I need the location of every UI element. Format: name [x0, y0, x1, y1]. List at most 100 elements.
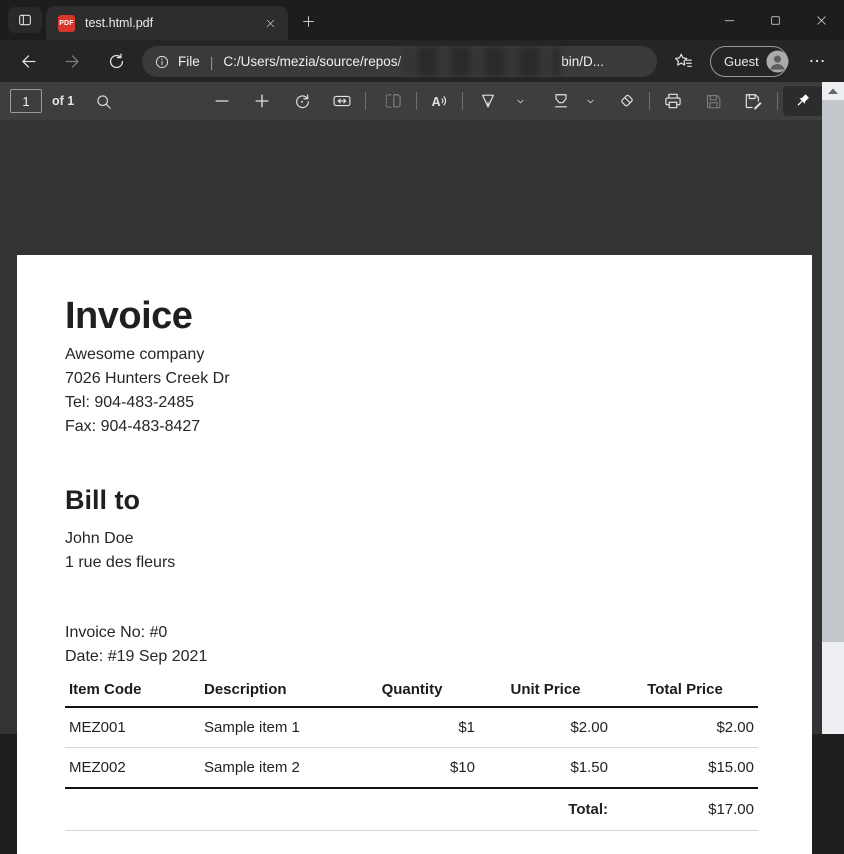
window-close-button[interactable] [798, 0, 844, 40]
cell-description: Sample item 1 [200, 707, 345, 748]
back-arrow-icon [19, 52, 38, 71]
refresh-button[interactable] [100, 45, 132, 77]
vertical-scrollbar[interactable] [822, 82, 844, 734]
avatar [766, 50, 789, 73]
col-header-description: Description [200, 673, 345, 707]
print-button[interactable] [663, 91, 683, 111]
pdf-favicon: PDF [58, 15, 75, 32]
scrollbar-up-button[interactable] [822, 82, 844, 99]
table-row: MEZ002 Sample item 2 $10 $1.50 $15.00 [65, 748, 758, 789]
bill-to-name: John Doe [65, 527, 175, 551]
profile-label: Guest [724, 54, 759, 69]
address-bar[interactable]: File | C:/Users/mezia/source/repos/ bin/… [142, 46, 657, 77]
cell-unit-price: $2.00 [479, 707, 612, 748]
back-button[interactable] [12, 45, 44, 77]
total-value: $17.00 [612, 788, 758, 831]
find-in-document-button[interactable] [93, 91, 113, 111]
pin-toolbar-button[interactable] [783, 86, 823, 116]
printer-icon [663, 91, 683, 111]
browser-tab[interactable]: PDF test.html.pdf [46, 6, 288, 40]
cell-item-code: MEZ002 [65, 748, 200, 789]
company-address: 7026 Hunters Creek Dr [65, 367, 230, 391]
address-scheme-label: File [178, 54, 200, 69]
zoom-in-button[interactable] [252, 91, 272, 111]
plus-icon [252, 91, 272, 111]
bill-to-heading: Bill to [65, 485, 140, 516]
favorites-button[interactable] [666, 45, 698, 77]
highlight-options-button[interactable] [582, 93, 598, 109]
close-icon [265, 18, 276, 29]
close-icon [815, 14, 828, 27]
save-as-button[interactable] [743, 91, 763, 111]
read-aloud-icon: A [430, 91, 450, 112]
tab-title: test.html.pdf [85, 16, 258, 30]
cell-quantity: $1 [345, 707, 479, 748]
cell-item-code: MEZ001 [65, 707, 200, 748]
chevron-down-icon [514, 95, 527, 108]
maximize-icon [769, 14, 782, 27]
col-header-total-price: Total Price [612, 673, 758, 707]
toolbar-separator [416, 92, 417, 110]
bill-to-block: John Doe 1 rue des fleurs [65, 527, 175, 575]
company-name: Awesome company [65, 343, 230, 367]
minimize-icon [723, 14, 736, 27]
fit-width-icon [332, 91, 352, 111]
window-maximize-button[interactable] [752, 0, 798, 40]
company-tel: Tel: 904-483-2485 [65, 391, 230, 415]
cell-unit-price: $1.50 [479, 748, 612, 789]
read-aloud-button[interactable]: A [430, 91, 450, 111]
fit-to-width-button[interactable] [332, 91, 352, 111]
pin-icon [794, 92, 812, 110]
zoom-out-button[interactable] [212, 91, 232, 111]
search-icon [94, 92, 113, 111]
total-label: Total: [479, 788, 612, 831]
draw-button[interactable] [478, 91, 498, 111]
new-tab-button[interactable] [295, 8, 321, 34]
table-total-row: Total: $17.00 [65, 788, 758, 831]
pdf-viewer: Invoice Awesome company 7026 Hunters Cre… [0, 120, 844, 734]
chevron-down-icon [584, 95, 597, 108]
tab-close-button[interactable] [258, 11, 282, 35]
tab-actions-menu-button[interactable] [8, 7, 42, 33]
browser-navbar: File | C:/Users/mezia/source/repos/ bin/… [0, 40, 844, 82]
scrollbar-thumb[interactable] [822, 100, 844, 642]
erase-button[interactable] [617, 91, 637, 111]
toolbar-separator [649, 92, 650, 110]
cell-total-price: $2.00 [612, 707, 758, 748]
address-separator: | [210, 54, 214, 70]
minus-icon [212, 91, 232, 111]
rotate-icon [292, 91, 312, 111]
cell-description: Sample item 2 [200, 748, 345, 789]
rotate-button[interactable] [292, 91, 312, 111]
company-block: Awesome company 7026 Hunters Creek Dr Te… [65, 343, 230, 439]
highlight-button[interactable] [551, 91, 571, 111]
invoice-title: Invoice [65, 295, 192, 338]
invoice-table: Item Code Description Quantity Unit Pric… [65, 673, 758, 831]
invoice-meta-block: Invoice No: #0 Date: #19 Sep 2021 [65, 621, 207, 669]
cell-total-price: $15.00 [612, 748, 758, 789]
highlighter-icon [551, 91, 571, 111]
company-fax: Fax: 904-483-8427 [65, 415, 230, 439]
save-button [703, 91, 723, 111]
pdf-toolbar: of 1 A [0, 82, 844, 120]
page-count-label: of 1 [52, 94, 74, 108]
pen-icon [478, 91, 498, 111]
toolbar-separator [462, 92, 463, 110]
window-minimize-button[interactable] [706, 0, 752, 40]
info-icon[interactable] [154, 54, 170, 70]
page-view-icon [383, 91, 403, 111]
col-header-item-code: Item Code [65, 673, 200, 707]
address-path-start: C:/Users/mezia/source/repos/ [223, 54, 401, 69]
refresh-icon [107, 52, 126, 71]
forward-button[interactable] [56, 45, 88, 77]
page-view-button [383, 91, 403, 111]
person-icon [766, 50, 789, 73]
toolbar-separator [365, 92, 366, 110]
draw-options-button[interactable] [512, 93, 528, 109]
page-number-input[interactable] [10, 89, 42, 113]
invoice-date: Date: #19 Sep 2021 [65, 645, 207, 669]
profile-button[interactable]: Guest [710, 46, 788, 77]
favorites-star-icon [672, 51, 693, 72]
settings-menu-button[interactable] [801, 45, 833, 77]
address-path-end: bin/D... [561, 54, 604, 69]
